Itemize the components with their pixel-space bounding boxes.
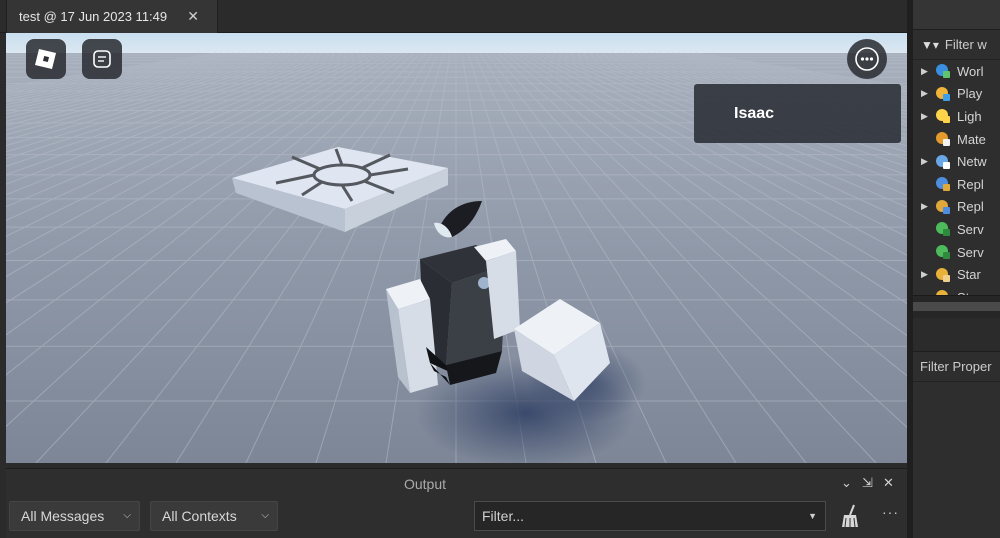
close-tab-icon[interactable]: ✕ (187, 8, 199, 25)
output-title: Output (403, 476, 447, 492)
more-dots-icon (855, 47, 879, 71)
explorer-filter-input[interactable]: ▼▾ Filter w (913, 30, 1000, 60)
explorer-item-label: Play (957, 86, 983, 102)
roblox-menu-button[interactable] (26, 39, 66, 79)
explorer-item[interactable]: ▶ Netw (913, 150, 1000, 173)
expand-arrow-icon[interactable]: ▶ (913, 201, 935, 212)
explorer-header (913, 0, 1000, 30)
explorer-item-label: Mate (957, 131, 986, 147)
player-name[interactable]: Isaac (734, 105, 774, 123)
explorer-item-label: Serv (957, 244, 984, 260)
undock-icon[interactable]: ⇲ (862, 475, 873, 491)
server-script-service-icon (936, 222, 950, 237)
scrollbar-thumb[interactable] (913, 302, 1000, 311)
chevron-down-icon: ⌵ (261, 510, 269, 521)
chat-button[interactable] (82, 39, 122, 79)
roblox-logo-icon (35, 49, 56, 69)
explorer-item[interactable]: ▶ Worl (913, 60, 1000, 83)
properties-filter-input[interactable]: Filter Proper (913, 352, 1000, 382)
explorer-item[interactable]: ▶ Ligh (913, 105, 1000, 128)
explorer-item-label: Repl (957, 199, 984, 215)
explorer-item[interactable]: Repl (913, 173, 1000, 196)
document-tab[interactable]: test @ 17 Jun 2023 11:49 ✕ (6, 0, 218, 33)
explorer-item[interactable]: Mate (913, 128, 1000, 151)
explorer-horizontal-scrollbar[interactable] (913, 295, 1000, 318)
close-icon[interactable]: ✕ (883, 475, 894, 491)
contexts-dropdown-value: All Contexts (162, 508, 237, 524)
more-menu-icon[interactable]: ··· (882, 504, 899, 520)
properties-filter-placeholder: Filter Proper (920, 359, 992, 374)
explorer-item-label: Netw (957, 154, 987, 170)
contexts-dropdown[interactable]: All Contexts ⌵ (150, 501, 278, 531)
explorer-item-label: Star (957, 267, 981, 283)
explorer-item-label: Ligh (957, 108, 982, 124)
explorer-tree: ▶ Worl ▶ Play ▶ Ligh Mate ▶ Netw Repl ▶ Repl Serv Ser… (913, 60, 1000, 309)
explorer-filter-placeholder: Filter w (944, 37, 987, 52)
explorer-item[interactable]: ▶ Play (913, 83, 1000, 106)
explorer-item-label: Serv (957, 221, 984, 237)
document-tab-title: test @ 17 Jun 2023 11:49 (19, 9, 168, 24)
material-service-icon (936, 132, 950, 147)
replicated-storage-icon (936, 199, 950, 214)
replicated-first-icon (936, 177, 950, 192)
explorer-item[interactable]: Serv (913, 241, 1000, 264)
output-toolbar: All Messages ⌵ All Contexts ⌵ Filter... … (6, 498, 907, 538)
explorer-item[interactable]: ▶ Repl (913, 196, 1000, 219)
properties-panel (913, 382, 1000, 538)
expand-arrow-icon[interactable]: ▶ (913, 269, 935, 280)
explorer-panel: ▼▾ Filter w ▶ Worl ▶ Play ▶ Ligh Mate ▶ Netw Repl… (913, 30, 1000, 305)
more-options-button[interactable] (847, 39, 887, 79)
server-storage-icon (936, 245, 950, 260)
messages-dropdown[interactable]: All Messages ⌵ (9, 501, 140, 531)
chevron-down-icon[interactable]: ▼ (808, 511, 817, 521)
properties-header (913, 318, 1000, 352)
sky (6, 33, 907, 55)
explorer-item-label: Repl (957, 176, 984, 192)
output-filter-input[interactable]: Filter... ▼ (474, 501, 826, 531)
expand-arrow-icon[interactable]: ▶ (913, 111, 935, 122)
chat-icon (93, 50, 111, 68)
clear-output-broom-icon[interactable] (838, 503, 862, 529)
messages-dropdown-value: All Messages (21, 508, 105, 524)
explorer-item[interactable]: Serv (913, 218, 1000, 241)
workspace-icon (936, 64, 950, 79)
starter-gui-icon (936, 267, 950, 282)
expand-arrow-icon[interactable]: ▶ (913, 156, 935, 167)
lighting-icon (936, 109, 950, 124)
explorer-item[interactable]: ▶ Star (913, 263, 1000, 286)
expand-arrow-icon[interactable]: ▶ (913, 88, 935, 99)
output-filter-placeholder: Filter... (482, 508, 525, 524)
document-tab-bar: test @ 17 Jun 2023 11:49 ✕ (0, 0, 907, 33)
game-viewport[interactable]: Isaac (6, 33, 907, 463)
output-panel-header: Output ⌄ ⇲ ✕ (6, 468, 907, 498)
player-list-panel[interactable]: Isaac (694, 84, 901, 143)
chevron-down-icon[interactable]: ⌄ (841, 475, 852, 491)
chevron-down-icon: ⌵ (123, 510, 131, 521)
expand-arrow-icon[interactable]: ▶ (913, 66, 935, 77)
network-client-icon (936, 154, 950, 169)
filter-funnel-icon[interactable]: ▼▾ (921, 38, 939, 52)
explorer-item-label: Worl (957, 63, 984, 79)
players-icon (936, 86, 950, 101)
studio-window: test @ 17 Jun 2023 11:49 ✕ Isaac ▼▾ Filt… (0, 0, 1000, 538)
